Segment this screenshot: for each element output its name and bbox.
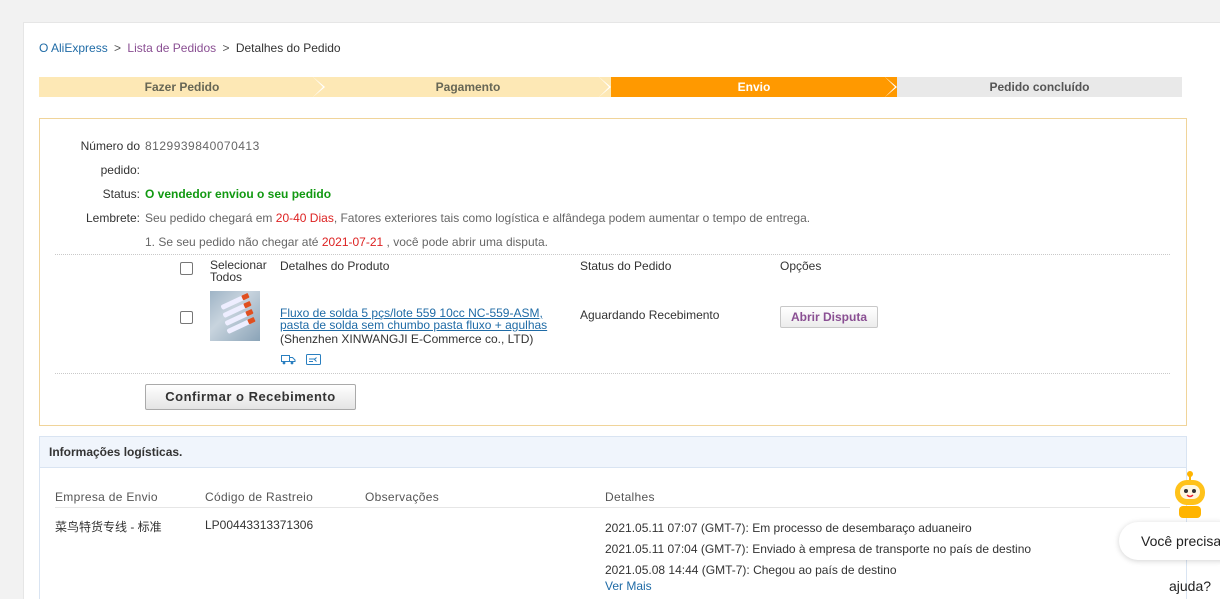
order-number-label-cont: pedido:	[100, 163, 140, 177]
see-more-link[interactable]: Ver Mais	[605, 579, 652, 593]
select-all-text: Todos	[210, 270, 243, 284]
select-all-label: Selecionar Todos	[210, 259, 267, 283]
logistics-table: Empresa de Envio Código de Rastreio Obse…	[39, 468, 1187, 599]
divider	[55, 373, 1170, 374]
tracking-event: 2021.05.11 07:04 (GMT-7): Enviado à empr…	[605, 542, 1032, 556]
order-summary-box: Número do 8129939840070413 pedido: Statu…	[39, 118, 1187, 426]
order-number: 8129939840070413	[145, 139, 260, 153]
breadcrumb-orders-link[interactable]: Lista de Pedidos	[127, 41, 216, 55]
col-tracking-code: Código de Rastreio	[205, 490, 314, 504]
col-options: Opções	[780, 259, 822, 273]
col-product-details: Detalhes do Produto	[280, 259, 390, 273]
product-checkbox[interactable]	[180, 311, 193, 324]
open-dispute-button[interactable]: Abrir Disputa	[780, 306, 878, 328]
step-payment: Pagamento	[325, 77, 611, 97]
help-chat-bubble[interactable]: Você precisa	[1119, 522, 1220, 560]
divider	[55, 254, 1170, 255]
col-notes: Observações	[365, 490, 439, 504]
step-divider	[313, 77, 323, 97]
col-order-status: Status do Pedido	[580, 259, 672, 273]
divider	[55, 507, 1170, 508]
status-label: Status:	[102, 187, 140, 201]
col-carrier: Empresa de Envio	[55, 490, 158, 504]
product-action-icons	[281, 354, 328, 368]
dispute-note: 1. Se seu pedido não chegar até 2021-07-…	[145, 235, 548, 249]
tracking-number: LP00443313371306	[205, 518, 314, 532]
help-prompt-text-cont: ajuda?	[1169, 578, 1212, 594]
seller-name: (Shenzhen XINWANGJI E-Commerce co., LTD)	[280, 332, 534, 346]
product-title-link[interactable]: Fluxo de solda 5 pçs/lote 559 10cc NC-55…	[280, 307, 570, 331]
order-progress-steps: Fazer Pedido Pagamento Envio Pedido conc…	[39, 77, 1182, 97]
breadcrumb-separator: >	[114, 41, 122, 55]
step-divider	[885, 77, 895, 97]
step-divider	[599, 77, 609, 97]
delivery-days: 20-40 Dias	[275, 211, 334, 225]
tracking-event: 2021.05.08 14:44 (GMT-7): Chegou ao país…	[605, 563, 897, 577]
reminder-text: Seu pedido chegará em 20-40 Dias, Fatore…	[145, 211, 810, 225]
step-place-order: Fazer Pedido	[39, 77, 325, 97]
order-status-text: O vendedor enviou o seu pedido	[145, 187, 332, 201]
step-completed: Pedido concluído	[897, 77, 1182, 97]
dispute-post: , você pode abrir uma disputa.	[386, 235, 548, 249]
confirm-receipt-button[interactable]: Confirmar o Recebimento	[145, 384, 356, 410]
help-assistant-robot-icon[interactable]	[1168, 470, 1212, 520]
breadcrumb-current: Detalhes do Pedido	[235, 41, 341, 55]
product-title-line: pasta de solda sem chumbo pasta fluxo + …	[280, 318, 548, 332]
logistics-title: Informações logísticas.	[49, 445, 183, 459]
col-details: Detalhes	[605, 490, 655, 504]
reminder-label: Lembrete:	[85, 211, 140, 225]
dispute-date: 2021-07-21	[321, 235, 384, 249]
truck-icon[interactable]	[281, 354, 296, 365]
product-thumbnail[interactable]	[210, 291, 260, 341]
carrier-name: 菜鸟特货专线 - 标准	[55, 520, 162, 534]
logistics-header: Informações logísticas.	[39, 436, 1187, 468]
help-prompt-text: Você precisa	[1141, 533, 1220, 549]
breadcrumb: O AliExpress > Lista de Pedidos > Detalh…	[39, 41, 341, 55]
order-details-page: O AliExpress > Lista de Pedidos > Detalh…	[23, 22, 1220, 599]
tracking-event: 2021.05.11 07:07 (GMT-7): Em processo de…	[605, 521, 972, 535]
reminder-post: , Fatores exteriores tais como logística…	[333, 211, 811, 225]
reminder-pre: Seu pedido chegará em	[145, 211, 273, 225]
breadcrumb-separator: >	[222, 41, 230, 55]
dispute-pre: 1. Se seu pedido não chegar até	[145, 235, 319, 249]
order-number-label: Número do	[80, 139, 140, 153]
product-order-status: Aguardando Recebimento	[580, 308, 720, 322]
card-icon[interactable]	[306, 354, 322, 365]
select-all-checkbox[interactable]	[180, 262, 193, 275]
step-shipping: Envio	[611, 77, 897, 97]
breadcrumb-home-link[interactable]: O AliExpress	[39, 41, 108, 55]
